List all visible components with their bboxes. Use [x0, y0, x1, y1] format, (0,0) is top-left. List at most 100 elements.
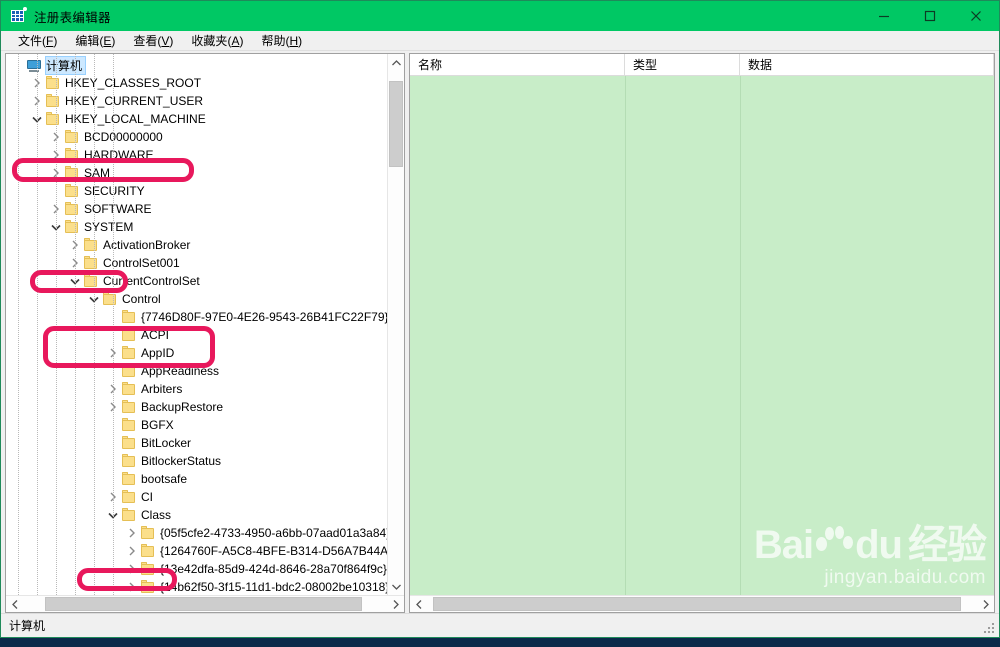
- tree-item[interactable]: HARDWARE: [6, 146, 387, 164]
- tree-item[interactable]: CI: [6, 488, 387, 506]
- tree-item-label: CI: [141, 490, 153, 504]
- tree-item-label: {7746D80F-97E0-4E26-9543-26B41FC22F79}: [141, 310, 387, 324]
- watermark-brand-2: du: [855, 523, 903, 567]
- menu-item-file[interactable]: 文件(F): [9, 31, 66, 50]
- tree-item[interactable]: Arbiters: [6, 380, 387, 398]
- folder-icon: [83, 237, 99, 253]
- folder-icon: [64, 219, 80, 235]
- tree-vscroll-thumb[interactable]: [389, 81, 403, 168]
- tree-item[interactable]: BGFX: [6, 416, 387, 434]
- close-button[interactable]: [953, 1, 999, 31]
- values-list[interactable]: Bai du 经验 jingyan.baidu.com: [410, 76, 994, 595]
- values-horizontal-scrollbar[interactable]: [410, 595, 994, 612]
- menu-item-favorites[interactable]: 收藏夹(A): [182, 31, 252, 50]
- maximize-button[interactable]: [907, 1, 953, 31]
- tree-item[interactable]: BCD00000000: [6, 128, 387, 146]
- chevron-right-icon[interactable]: [124, 542, 140, 560]
- tree-item[interactable]: {14b62f50-3f15-11d1-bdc2-08002be10318}: [6, 578, 387, 595]
- tree-item-label: 计算机: [44, 55, 87, 75]
- tree-item[interactable]: Class: [6, 506, 387, 524]
- tree-item[interactable]: AppReadiness: [6, 362, 387, 380]
- tree-item[interactable]: ACPI: [6, 326, 387, 344]
- folder-icon: [121, 345, 137, 361]
- folder-icon: [121, 327, 137, 343]
- tree-vertical-scrollbar[interactable]: [387, 54, 404, 595]
- tree-hscroll-thumb[interactable]: [44, 597, 362, 611]
- tree-item[interactable]: SOFTWARE: [6, 200, 387, 218]
- values-hscroll-thumb[interactable]: [432, 597, 961, 611]
- watermark-suffix: 经验: [908, 523, 987, 567]
- scroll-right-icon[interactable]: [977, 596, 994, 612]
- menu-item-help[interactable]: 帮助(H): [252, 31, 311, 50]
- menu-item-view[interactable]: 查看(V): [124, 31, 182, 50]
- tree-item[interactable]: SECURITY: [6, 182, 387, 200]
- folder-icon: [140, 525, 156, 541]
- tree-item[interactable]: AppID: [6, 344, 387, 362]
- folder-icon: [45, 111, 61, 127]
- tree-item-label: {1264760F-A5C8-4BFE-B314-D56A7B44A362}: [160, 544, 387, 558]
- folder-icon: [64, 165, 80, 181]
- tree-horizontal-scrollbar[interactable]: [6, 595, 404, 612]
- column-header-data[interactable]: 数据: [740, 54, 994, 75]
- tree-item[interactable]: HKEY_CURRENT_USER: [6, 92, 387, 110]
- folder-icon: [64, 183, 80, 199]
- values-hscroll-track[interactable]: [427, 596, 977, 612]
- tree-item[interactable]: BitlockerStatus: [6, 452, 387, 470]
- tree-item-label: BitlockerStatus: [141, 454, 222, 468]
- folder-icon: [121, 489, 137, 505]
- registry-values-pane: 名称 类型 数据 Bai du 经验 jingyan.baidu.com: [409, 53, 995, 613]
- scroll-right-icon[interactable]: [387, 596, 404, 612]
- scroll-left-icon[interactable]: [6, 596, 23, 612]
- tree-guide-line: [18, 54, 19, 595]
- tree-item[interactable]: {7746D80F-97E0-4E26-9543-26B41FC22F79}: [6, 308, 387, 326]
- tree-item[interactable]: BackupRestore: [6, 398, 387, 416]
- folder-icon: [64, 201, 80, 217]
- tree-guide-line: [113, 54, 114, 595]
- scroll-up-icon[interactable]: [388, 54, 404, 71]
- menu-item-help-label: 帮助: [261, 34, 286, 48]
- tree-item-label: ActivationBroker: [103, 238, 191, 252]
- column-header-type[interactable]: 类型: [625, 54, 740, 75]
- chevron-right-icon[interactable]: [124, 560, 140, 578]
- folder-icon: [121, 381, 137, 397]
- tree-item-label: BGFX: [141, 418, 174, 432]
- folder-icon: [121, 363, 137, 379]
- registry-tree[interactable]: 计算机 HKEY_CLASSES_ROOT HKEY_CURRENT_USER HKE…: [6, 54, 387, 595]
- menu-item-view-key: V: [161, 33, 170, 48]
- tree-guide-line: [75, 54, 76, 595]
- tree-item[interactable]: 计算机: [6, 55, 387, 75]
- registry-tree-body: 计算机 HKEY_CLASSES_ROOT HKEY_CURRENT_USER HKE…: [6, 54, 404, 595]
- tree-item-label: {13e42dfa-85d9-424d-8646-28a70f864f9c}: [160, 562, 387, 576]
- tree-item-label: ACPI: [141, 328, 170, 342]
- minimize-button[interactable]: [861, 1, 907, 31]
- tree-item[interactable]: BitLocker: [6, 434, 387, 452]
- resize-grip[interactable]: [984, 623, 996, 635]
- tree-item[interactable]: SYSTEM: [6, 218, 387, 236]
- tree-vscroll-track[interactable]: [388, 71, 404, 578]
- folder-icon: [121, 435, 137, 451]
- tree-item[interactable]: HKEY_CLASSES_ROOT: [6, 74, 387, 92]
- folder-icon: [140, 579, 156, 595]
- folder-icon: [64, 129, 80, 145]
- tree-item[interactable]: SAM: [6, 164, 387, 182]
- tree-item[interactable]: HKEY_LOCAL_MACHINE: [6, 110, 387, 128]
- content-panes: 计算机 HKEY_CLASSES_ROOT HKEY_CURRENT_USER HKE…: [1, 51, 999, 613]
- tree-item-label: BCD00000000: [84, 130, 163, 144]
- scroll-down-icon[interactable]: [388, 578, 404, 595]
- tree-item[interactable]: bootsafe: [6, 470, 387, 488]
- chevron-right-icon[interactable]: [124, 578, 140, 595]
- tree-item[interactable]: CurrentControlSet: [6, 272, 387, 290]
- tree-item[interactable]: ControlSet001: [6, 254, 387, 272]
- tree-item[interactable]: Control: [6, 290, 387, 308]
- tree-item[interactable]: ActivationBroker: [6, 236, 387, 254]
- tree-item-label: AppReadiness: [141, 364, 220, 378]
- column-header-name[interactable]: 名称: [410, 54, 625, 75]
- chevron-right-icon[interactable]: [124, 524, 140, 542]
- tree-item[interactable]: {1264760F-A5C8-4BFE-B314-D56A7B44A362}: [6, 542, 387, 560]
- scroll-left-icon[interactable]: [410, 596, 427, 612]
- menu-item-edit[interactable]: 编辑(E): [66, 31, 124, 50]
- tree-item[interactable]: {13e42dfa-85d9-424d-8646-28a70f864f9c}: [6, 560, 387, 578]
- tree-item[interactable]: {05f5cfe2-4733-4950-a6bb-07aad01a3a84}: [6, 524, 387, 542]
- folder-icon: [140, 561, 156, 577]
- tree-hscroll-track[interactable]: [23, 596, 387, 612]
